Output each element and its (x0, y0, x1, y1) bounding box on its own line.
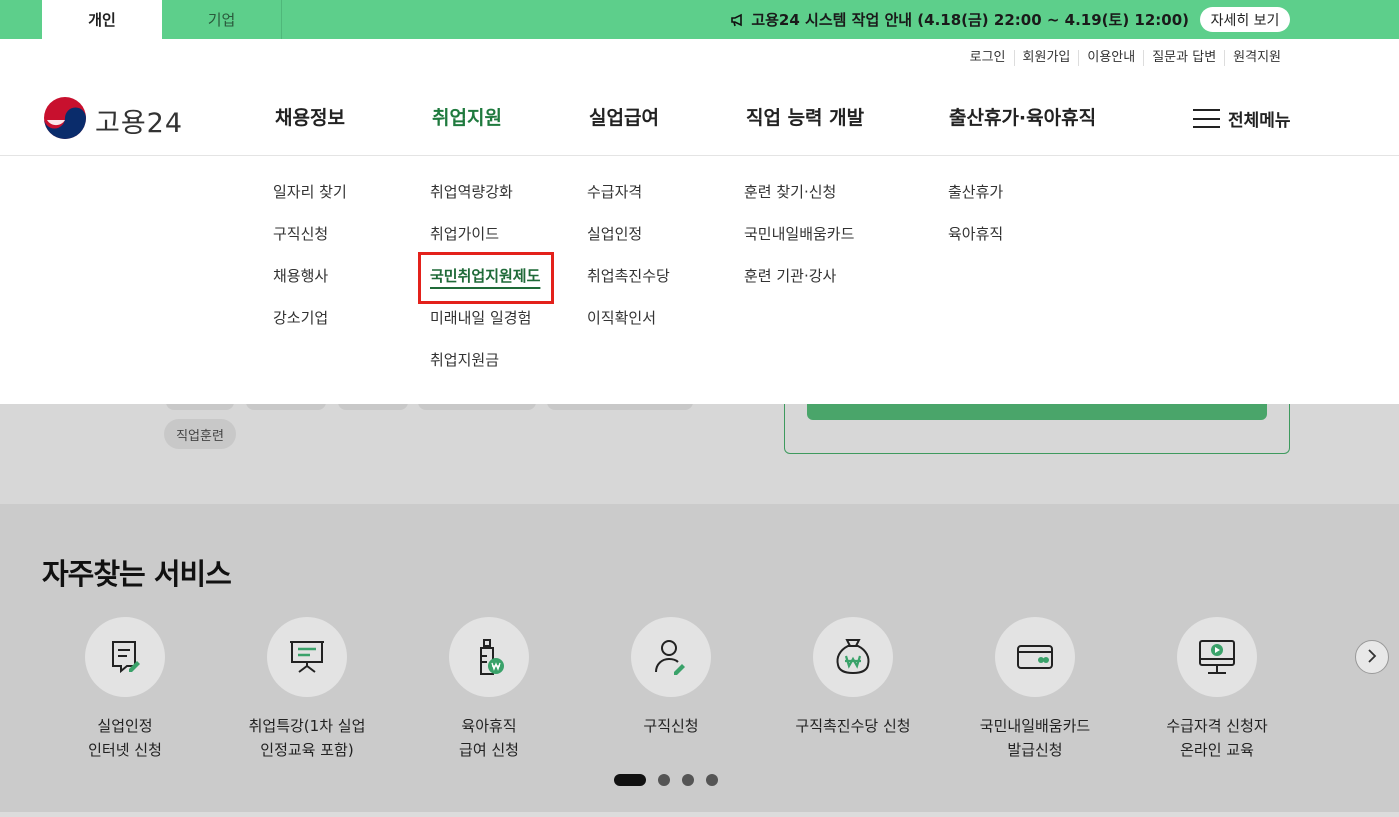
submenu-item[interactable]: 이직확인서 (587, 308, 670, 350)
gnb-vocational-training[interactable]: 직업 능력 개발 (746, 103, 864, 130)
service-label: 취업특강(1차 실업 인정교육 포함) (248, 717, 366, 759)
submenu-item[interactable]: 취업지원금 (430, 350, 540, 392)
remote-support-link[interactable]: 원격지원 (1224, 50, 1289, 66)
submenu-item[interactable]: 훈련 기관·강사 (744, 266, 854, 308)
service-item[interactable]: 실업인정 인터넷 신청 (35, 617, 215, 762)
guide-link[interactable]: 이용안내 (1078, 50, 1143, 66)
top-bar: 개인 기업 고용24 시스템 작업 안내 (4.18(금) 22:00 ~ 4.… (0, 0, 1399, 39)
hamburger-icon (1193, 109, 1220, 128)
submenu-item[interactable]: 강소기업 (273, 308, 347, 350)
submenu-item[interactable]: 구직신청 (273, 224, 347, 266)
service-label: 수급자격 신청자 온라인 교육 (1166, 717, 1268, 759)
service-label: 육아휴직 급여 신청 (459, 717, 519, 759)
search-button[interactable] (807, 404, 1267, 420)
submenu-item[interactable]: 미래내일 일경험 (430, 308, 540, 350)
util-links: 로그인 회원가입 이용안내 질문과 답변 원격지원 (962, 50, 1289, 66)
submenu-item[interactable]: 국민내일배움카드 (744, 224, 854, 266)
megaphone-icon (731, 13, 745, 27)
search-card (784, 404, 1290, 454)
submenu-item[interactable]: 취업촉진수당 (587, 266, 670, 308)
submenu-item[interactable]: 출산휴가 (948, 182, 1003, 224)
submenu-unemployment-benefit: 수급자격 실업인정 취업촉진수당 이직확인서 (587, 182, 670, 350)
submenu-item[interactable]: 수급자격 (587, 182, 670, 224)
main-navigation: 채용정보 취업지원 실업급여 직업 능력 개발 출산휴가·육아휴직 (0, 103, 1399, 133)
all-menu-label: 전체메뉴 (1228, 111, 1291, 131)
service-item[interactable]: 국민내일배움카드 발급신청 (945, 617, 1125, 762)
submenu-maternity-childcare: 출산휴가 육아휴직 (948, 182, 1003, 266)
presentation-board-icon (267, 617, 347, 697)
service-label: 구직신청 (643, 717, 699, 735)
system-notice: 고용24 시스템 작업 안내 (4.18(금) 22:00 ~ 4.19(토) … (731, 0, 1189, 39)
service-label: 국민내일배움카드 발급신청 (979, 717, 1091, 759)
carousel-dot-4[interactable] (706, 774, 718, 786)
service-item[interactable]: 수급자격 신청자 온라인 교육 (1127, 617, 1307, 762)
money-bag-won-icon (813, 617, 893, 697)
person-pen-icon (631, 617, 711, 697)
tab-company[interactable]: 기업 (162, 0, 282, 39)
service-label: 실업인정 인터넷 신청 (88, 717, 162, 759)
service-item[interactable]: 구직촉진수당 신청 (763, 617, 943, 738)
document-pen-icon (85, 617, 165, 697)
signup-link[interactable]: 회원가입 (1013, 50, 1079, 66)
login-link[interactable]: 로그인 (962, 50, 1014, 66)
carousel-dot-3[interactable] (682, 774, 694, 786)
service-item[interactable]: 구직신청 (581, 617, 761, 738)
mega-menu-dropdown: 일자리 찾기 구직신청 채용행사 강소기업 취업역량강화 취업가이드 국민취업지… (0, 156, 1399, 404)
frequent-services-section: 자주찾는 서비스 실업인정 인터넷 신청 취업특강(1차 실업 인정교육 포함)… (0, 504, 1399, 812)
submenu-job-info: 일자리 찾기 구직신청 채용행사 강소기업 (273, 182, 347, 350)
submenu-item[interactable]: 채용행사 (273, 266, 347, 308)
service-item[interactable]: 육아휴직 급여 신청 (399, 617, 579, 762)
gnb-job-info[interactable]: 채용정보 (275, 103, 345, 130)
gnb-unemployment-benefit[interactable]: 실업급여 (589, 103, 659, 130)
gnb-maternity-childcare[interactable]: 출산휴가·육아휴직 (949, 103, 1096, 130)
submenu-item[interactable]: 일자리 찾기 (273, 182, 347, 224)
carousel-next-button[interactable] (1355, 640, 1389, 674)
service-item[interactable]: 취업특강(1차 실업 인정교육 포함) (217, 617, 397, 762)
submenu-item[interactable]: 육아휴직 (948, 224, 1003, 266)
carousel-dot-1[interactable] (614, 774, 646, 786)
submenu-item[interactable]: 훈련 찾기·신청 (744, 182, 854, 224)
detail-button[interactable]: 자세히 보기 (1200, 7, 1290, 32)
all-menu-button[interactable]: 전체메뉴 (1193, 106, 1291, 131)
bottom-strip (0, 812, 1399, 817)
carousel-pagination (614, 774, 730, 786)
qna-link[interactable]: 질문과 답변 (1143, 50, 1224, 66)
submenu-item[interactable]: 취업역량강화 (430, 182, 540, 224)
baby-bottle-won-icon (449, 617, 529, 697)
chevron-right-icon (1366, 648, 1378, 667)
service-label: 구직촉진수당 신청 (795, 717, 911, 735)
gnb-employment-support[interactable]: 취업지원 (432, 103, 502, 130)
tab-personal[interactable]: 개인 (42, 0, 162, 39)
services-title: 자주찾는 서비스 (42, 557, 232, 591)
keyword-chip-vocational-training[interactable]: 직업훈련 (164, 419, 236, 449)
carousel-dot-2[interactable] (658, 774, 670, 786)
submenu-vocational-training: 훈련 찾기·신청 국민내일배움카드 훈련 기관·강사 (744, 182, 854, 308)
submenu-item[interactable]: 실업인정 (587, 224, 670, 266)
card-icon (995, 617, 1075, 697)
notice-text: 고용24 시스템 작업 안내 (4.18(금) 22:00 ~ 4.19(토) … (751, 11, 1189, 29)
highlight-box (418, 252, 554, 304)
monitor-play-icon (1177, 617, 1257, 697)
